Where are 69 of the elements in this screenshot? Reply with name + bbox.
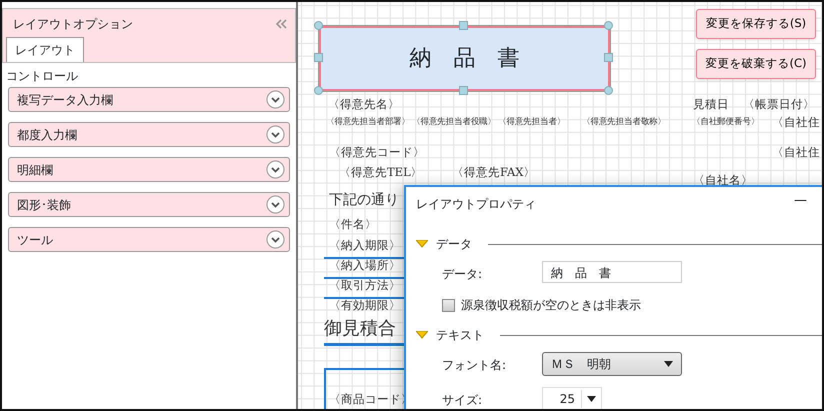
form-field[interactable]: 見積日 [693,99,729,110]
resize-handle[interactable] [604,21,613,30]
checkbox[interactable] [442,298,455,312]
form-field[interactable]: 〈有効期限〉 [329,300,401,312]
resize-handle[interactable] [604,53,613,62]
size-field[interactable]: 25 [542,387,602,409]
resize-handle[interactable] [314,86,323,95]
title-field[interactable]: 納 品 書 [319,26,610,91]
expand-icon[interactable] [266,230,285,249]
form-field[interactable]: 〈自社住 [772,117,820,128]
accordion-item[interactable]: 都度入力欄 [8,122,290,147]
form-field[interactable]: 〈納入期限〉 [329,240,401,252]
action-button[interactable]: 変更を破棄する(C) [696,49,816,79]
form-field[interactable]: 〈取引方法〉 [329,280,401,292]
form-field[interactable]: 〈得意先担当者〉 [498,118,566,126]
action-button[interactable]: 変更を保存する(S) [696,9,816,39]
checkbox-label: 源泉徴収税額が空のときは非表示 [461,297,641,314]
tab[interactable]: レイアウト [6,37,84,62]
form-field[interactable]: 〈件名〉 [329,219,377,230]
resize-handle[interactable] [604,86,613,95]
dropdown-icon[interactable] [664,361,673,367]
expand-icon[interactable] [266,125,285,144]
form-field[interactable]: 〈得意先担当者部署〉 [326,118,410,126]
toggle-icon[interactable] [416,240,428,248]
accordion-label: 明細欄 [17,162,53,178]
field-label: サイズ: [442,392,482,409]
text-field[interactable]: 納 品 書 [542,261,682,283]
toggle-icon[interactable] [416,331,428,339]
form-field[interactable]: 〈得意先担当者役職〉 [412,118,496,126]
form-field[interactable]: 御見積合 [324,320,396,338]
form-field[interactable]: 〈得意先FAX〉 [452,167,536,178]
section-title: データ [436,236,472,253]
form-field[interactable]: 下記の通り [329,193,399,207]
expand-icon[interactable] [266,160,285,179]
form-field[interactable]: 〈自社郵便番号〉 [692,118,760,126]
section-title: テキスト [436,327,484,344]
field-label: フォント名: [442,357,506,374]
resize-handle[interactable] [459,86,468,95]
field-label: データ: [442,266,482,283]
form-field[interactable]: 〈帳票日付〉 [743,99,815,110]
form-field[interactable]: 〈得意先コード〉 [329,147,425,158]
accordion-item[interactable]: 複写データ入力欄 [8,87,290,112]
dropdown-icon[interactable] [587,396,596,402]
size-value: 25 [543,390,582,408]
font-select[interactable]: ＭＳ 明朝 [542,352,682,376]
resize-handle[interactable] [314,53,323,62]
form-field[interactable]: 〈得意先名〉 [328,99,400,110]
form-field[interactable]: 〈自社住 [772,147,820,158]
resize-handle[interactable] [314,21,323,30]
accordion-item[interactable]: ツール [8,227,290,252]
form-field[interactable]: 〈得意先TEL〉 [339,167,423,178]
accordion-label: ツール [17,232,53,248]
expand-icon[interactable] [266,90,285,109]
accordion-label: 都度入力欄 [17,126,77,144]
expand-icon[interactable] [266,195,285,214]
form-field[interactable]: 〈自社名〉 [693,175,753,186]
accordion-item[interactable]: 明細欄 [8,157,290,182]
select-value: ＭＳ 明朝 [551,356,611,373]
accordion-label: 図形･装飾 [17,196,71,214]
accordion-item[interactable]: 図形･装飾 [8,192,290,217]
accordion-label: 複写データ入力欄 [17,92,113,108]
resize-handle[interactable] [459,21,468,30]
form-field[interactable]: 〈納入場所〉 [329,260,401,272]
panel-title: レイアウトオプション [13,16,133,33]
minimize-button[interactable]: — [790,191,811,210]
section-label: コントロール [5,68,79,85]
collapse-icon[interactable] [275,19,287,29]
form-field[interactable]: 〈得意先担当者敬称〉 [582,118,666,126]
dialog-title: レイアウトプロパティ [416,196,536,213]
